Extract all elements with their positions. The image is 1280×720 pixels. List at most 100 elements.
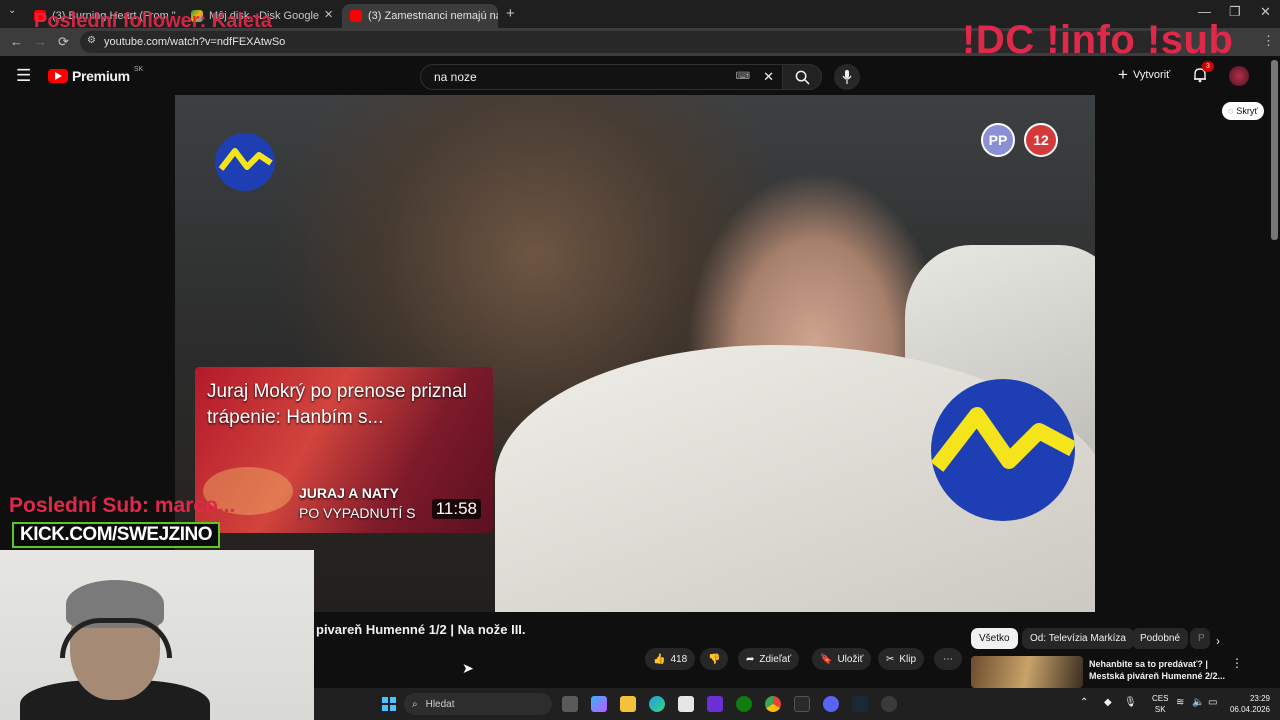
markiza-logo-large <box>931 379 1075 521</box>
copilot-icon[interactable] <box>591 696 607 712</box>
program-badge-pp: PP <box>981 123 1015 157</box>
hamburger-menu-icon[interactable]: ☰ <box>16 66 31 86</box>
duration-badge: 11:58 <box>431 499 481 519</box>
kick-channel-banner: KICK.COM/SWEJZINO <box>12 522 220 548</box>
share-button[interactable]: ➦ Zdieľať <box>738 648 800 670</box>
minimize-icon[interactable]: — <box>1198 4 1211 19</box>
hide-label: Skryť <box>1236 106 1258 116</box>
create-label: Vytvoriť <box>1132 69 1171 81</box>
video-title: pivareň Humenné 1/2 | Na nože III. <box>316 622 526 637</box>
related-title: Nehanbite sa to predávať? | Mestská pivá… <box>1089 659 1226 681</box>
recommended-caption-2: PO VYPADNUTÍ S <box>299 505 416 521</box>
discord-icon[interactable] <box>823 696 839 712</box>
new-tab-icon[interactable]: + <box>506 5 515 22</box>
back-icon[interactable]: ← <box>10 34 23 49</box>
avatar[interactable] <box>1229 66 1249 86</box>
related-thumbnail <box>971 656 1083 688</box>
recommended-caption-1: JURAJ A NATY <box>299 485 399 501</box>
battery-icon[interactable]: ▭ <box>1208 697 1217 708</box>
clip-label: Klip <box>899 653 917 665</box>
create-button[interactable]: + Vytvoriť <box>1118 65 1170 85</box>
search-query: na noze <box>434 70 477 84</box>
hide-button[interactable]: ◌ Skryť <box>1222 102 1264 120</box>
bookmark-icon: 🔖 <box>820 653 833 665</box>
taskbar-search-placeholder: Hledat <box>425 698 455 710</box>
search-icon: ⌕ <box>412 698 418 710</box>
notifications-button[interactable]: 3 <box>1192 61 1214 88</box>
keyboard-icon[interactable]: ⌨ <box>736 71 750 82</box>
notification-count-badge: 3 <box>1202 61 1214 72</box>
scrollbar[interactable] <box>1271 60 1278 240</box>
xbox-icon[interactable] <box>736 696 752 712</box>
language-code: CES <box>1152 694 1169 703</box>
chip-all[interactable]: Všetko <box>971 628 1018 649</box>
clear-search-icon[interactable]: ✕ <box>763 69 774 85</box>
video-player[interactable]: PP 12 <box>175 95 1095 612</box>
chip-related[interactable]: Podobné <box>1132 628 1189 649</box>
window-close-icon[interactable]: ✕ <box>1260 4 1271 20</box>
plus-icon: + <box>1118 65 1128 84</box>
windows-taskbar: ⌕ Hledat ⌃ ◆ 🎙 CES SK ≋ 🔈 ▭ 23:29 06.04.… <box>314 688 1280 720</box>
taskbar-clock[interactable]: 23:29 06.04.2026 <box>1230 693 1270 715</box>
search-icon <box>795 70 810 85</box>
more-vertical-icon[interactable]: ⋮ <box>1231 656 1243 670</box>
input-language[interactable]: CES SK <box>1152 693 1168 715</box>
obs-icon[interactable] <box>881 696 897 712</box>
more-actions-button[interactable]: ⋯ <box>934 648 962 670</box>
wifi-icon[interactable]: ≋ <box>1176 697 1184 708</box>
share-icon: ➦ <box>746 653 755 665</box>
url-text: youtube.com/watch?v=ndfFEXAtwSo <box>104 36 286 48</box>
markiza-logo-small <box>215 133 275 191</box>
microphone-icon <box>842 70 852 84</box>
region-code: SK <box>133 65 144 73</box>
file-explorer-icon[interactable] <box>620 696 636 712</box>
forward-icon[interactable]: → <box>34 34 47 49</box>
epic-games-icon[interactable] <box>794 696 810 712</box>
volume-icon[interactable]: 🔈 <box>1192 697 1204 708</box>
chip-from-channel[interactable]: Od: Televízia Markíza <box>1022 628 1134 649</box>
search-input[interactable]: na noze ⌨ ✕ <box>420 64 782 90</box>
site-info-icon[interactable]: ⚙ <box>87 35 96 46</box>
clip-button[interactable]: ✂ Klip <box>878 648 925 670</box>
task-view-icon[interactable] <box>562 696 578 712</box>
youtube-logo[interactable]: Premium SK <box>48 65 144 84</box>
last-sub-overlay: Poslední Sub: marco... <box>9 494 236 517</box>
search-button[interactable] <box>782 64 822 90</box>
chip-more[interactable]: P <box>1190 628 1210 649</box>
eye-off-icon: ◌ <box>1228 106 1234 116</box>
share-label: Zdieľať <box>759 653 792 665</box>
like-button[interactable]: 👍 418 <box>645 648 696 670</box>
scissors-icon: ✂ <box>886 653 895 665</box>
store-icon[interactable] <box>678 696 694 712</box>
tab-search-icon[interactable]: ⌄ <box>8 5 16 16</box>
last-follower-overlay: Poslední follower: Kaleta <box>34 10 272 32</box>
tray-mic-icon[interactable]: 🎙 <box>1124 697 1137 708</box>
save-label: Uložiť <box>837 653 864 665</box>
age-rating-badge: 12 <box>1024 123 1058 157</box>
save-button[interactable]: 🔖 Uložiť <box>812 648 872 670</box>
menu-icon[interactable]: ⋮ <box>1262 33 1275 49</box>
chrome-icon[interactable] <box>765 696 781 712</box>
recommended-title: Juraj Mokrý po prenose priznal trápenie:… <box>207 381 467 428</box>
time: 23:29 <box>1249 694 1270 703</box>
voice-search-button[interactable] <box>834 64 860 90</box>
related-video-item[interactable]: Nehanbite sa to predávať? | Mestská pivá… <box>971 656 1251 688</box>
chevron-right-icon[interactable]: › <box>1216 634 1220 648</box>
app-icon[interactable] <box>707 696 723 712</box>
thumbs-up-icon: 👍 <box>653 653 666 665</box>
logo-text: Premium <box>72 68 130 84</box>
taskbar-search[interactable]: ⌕ Hledat <box>404 693 552 715</box>
edge-icon[interactable] <box>649 696 665 712</box>
youtube-play-icon <box>48 69 68 83</box>
reload-icon[interactable]: ⟳ <box>58 34 69 50</box>
dislike-button[interactable]: 👎 <box>700 648 729 670</box>
recommended-video-card[interactable]: Juraj Mokrý po prenose priznal trápenie:… <box>195 367 493 533</box>
tray-app-icon[interactable]: ◆ <box>1104 697 1112 708</box>
tray-chevron-icon[interactable]: ⌃ <box>1080 697 1088 708</box>
youtube-header: ☰ Premium SK na noze ⌨ ✕ + Vytvoriť 3 <box>0 56 1280 96</box>
tab-active-video[interactable]: (3) Zamestnanci nemajú ná 🔊 ✕ <box>342 4 498 28</box>
windows-start-icon[interactable] <box>382 697 396 711</box>
steam-icon[interactable] <box>852 696 868 712</box>
thumbs-down-icon: 👎 <box>708 653 721 665</box>
date: 06.04.2026 <box>1229 705 1270 714</box>
